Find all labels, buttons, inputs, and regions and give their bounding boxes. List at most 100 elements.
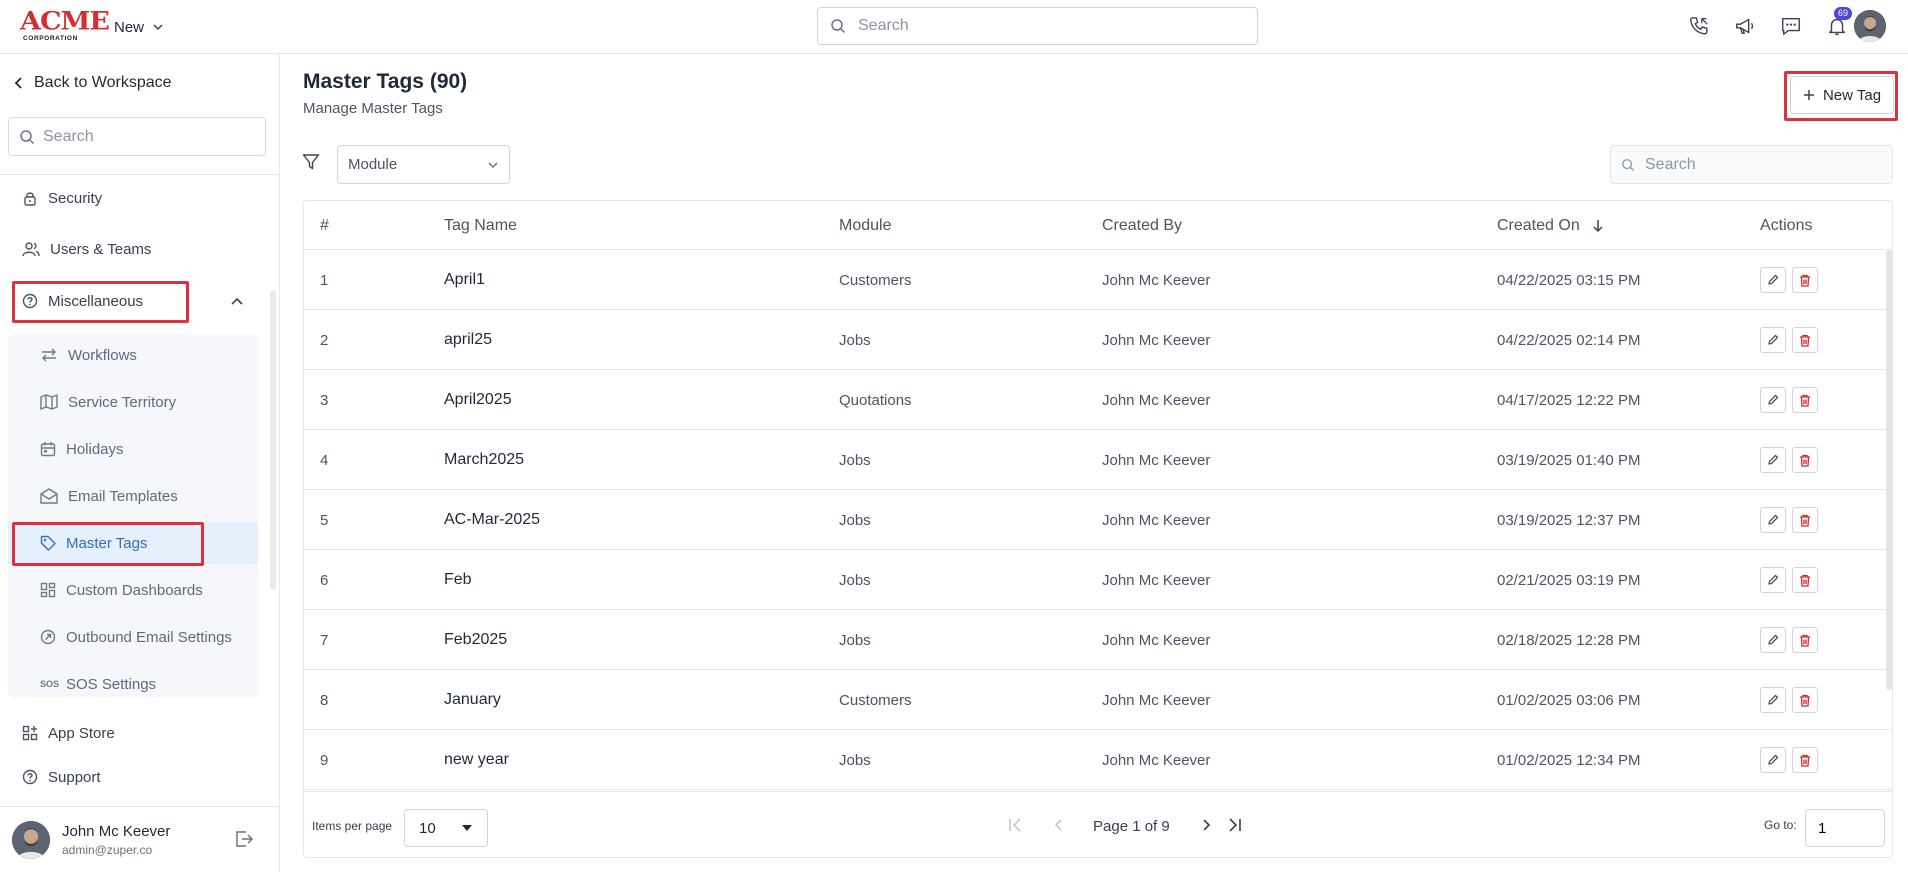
submenu-item-sos-settings[interactable]: SOS SOS Settings xyxy=(8,663,258,698)
next-page-icon[interactable] xyxy=(1197,816,1215,839)
cell-created-by: John Mc Keever xyxy=(1102,691,1211,709)
edit-button[interactable] xyxy=(1760,747,1786,773)
edit-button[interactable] xyxy=(1760,627,1786,653)
filter-icon[interactable] xyxy=(302,153,320,176)
submenu-item-label: Outbound Email Settings xyxy=(66,628,232,646)
table-row[interactable]: 3 April2025 Quotations John Mc Keever 04/17/… xyxy=(304,370,1892,430)
submenu-item-custom-dashboards[interactable]: Custom Dashboards xyxy=(8,569,258,611)
column-header-created-by[interactable]: Created By xyxy=(1102,217,1182,235)
edit-button[interactable] xyxy=(1760,447,1786,473)
column-header-tag-name[interactable]: Tag Name xyxy=(444,217,517,235)
table-row[interactable]: 9 new year Jobs John Mc Keever 01/02/2025 12… xyxy=(304,730,1892,790)
table-search[interactable] xyxy=(1610,145,1893,184)
pencil-icon xyxy=(1768,694,1779,705)
submenu-item-email-templates[interactable]: Email Templates xyxy=(8,475,258,517)
new-tag-button[interactable]: New Tag xyxy=(1790,76,1894,114)
user-avatar[interactable] xyxy=(1854,10,1886,42)
submenu-item-service-territory[interactable]: Service Territory xyxy=(8,381,258,423)
pencil-icon xyxy=(1768,334,1779,345)
megaphone-icon[interactable] xyxy=(1722,11,1768,41)
last-page-icon[interactable] xyxy=(1225,816,1243,839)
chevron-up-icon[interactable] xyxy=(230,296,244,306)
sidebar-search-input[interactable] xyxy=(43,127,243,146)
submenu-item-outbound-email-settings[interactable]: Outbound Email Settings xyxy=(8,616,258,658)
delete-button[interactable] xyxy=(1792,387,1818,413)
pagination: Items per page 10 Page 1 of 9 Go to: xyxy=(304,791,1892,857)
sidebar-scrollbar[interactable] xyxy=(270,290,276,590)
trash-icon xyxy=(1800,574,1810,587)
table-scrollbar[interactable] xyxy=(1886,250,1892,690)
table-row[interactable]: 4 March2025 Jobs John Mc Keever 03/19/2025 0… xyxy=(304,430,1892,490)
cell-tag-name: March2025 xyxy=(444,451,525,468)
delete-button[interactable] xyxy=(1792,627,1818,653)
edit-button[interactable] xyxy=(1760,387,1786,413)
delete-button[interactable] xyxy=(1792,567,1818,593)
back-to-workspace-link[interactable]: Back to Workspace xyxy=(14,74,172,92)
delete-button[interactable] xyxy=(1792,507,1818,533)
cell-created-on: 04/22/2025 03:15 PM xyxy=(1497,271,1641,289)
edit-button[interactable] xyxy=(1760,567,1786,593)
goto-page-input[interactable] xyxy=(1805,809,1885,847)
first-page-icon[interactable] xyxy=(1007,816,1025,839)
table-row[interactable]: 1 April1 Customers John Mc Keever 04/22/2025… xyxy=(304,250,1892,310)
delete-button[interactable] xyxy=(1792,267,1818,293)
cell-tag-name: April1 xyxy=(444,271,485,288)
sidebar-item-app-store[interactable]: App Store xyxy=(22,721,115,745)
trash-icon xyxy=(1800,454,1810,467)
cell-module: Customers xyxy=(839,691,912,709)
edit-button[interactable] xyxy=(1760,507,1786,533)
cell-module: Quotations xyxy=(839,391,912,409)
edit-button[interactable] xyxy=(1760,687,1786,713)
submenu-item-master-tags[interactable]: Master Tags xyxy=(8,522,258,564)
edit-button[interactable] xyxy=(1760,267,1786,293)
miscellaneous-submenu: Workflows Service Territory Holidays Ema… xyxy=(8,334,258,698)
logout-icon[interactable] xyxy=(234,829,254,854)
sidebar-item-users-teams[interactable]: Users & Teams xyxy=(22,237,151,261)
logo-subtext: CORPORATION xyxy=(23,35,78,42)
sos-icon: SOS xyxy=(40,679,60,689)
module-filter-select[interactable]: Module xyxy=(337,145,510,184)
sort-down-icon[interactable] xyxy=(1592,219,1604,233)
cell-number: 4 xyxy=(320,451,329,469)
user-email: admin@zuper.co xyxy=(62,843,153,857)
table-row[interactable]: 5 AC-Mar-2025 Jobs John Mc Keever 03/19/2025… xyxy=(304,490,1892,550)
table-row[interactable]: 8 January Customers John Mc Keever 01/02/202… xyxy=(304,670,1892,730)
global-search-input[interactable] xyxy=(858,17,1238,35)
phone-icon[interactable] xyxy=(1676,11,1722,41)
cell-created-by: John Mc Keever xyxy=(1102,511,1211,529)
edit-button[interactable] xyxy=(1760,327,1786,353)
acme-logo[interactable]: ACME CORPORATION xyxy=(20,8,110,42)
items-per-page-label: Items per page xyxy=(312,819,393,833)
table-search-input[interactable] xyxy=(1645,155,1875,174)
table-row[interactable]: 2 april25 Jobs John Mc Keever 04/22/2025 02:… xyxy=(304,310,1892,370)
chevron-down-icon xyxy=(153,24,163,31)
sidebar-item-security[interactable]: Security xyxy=(22,186,102,210)
chat-icon[interactable] xyxy=(1768,11,1814,41)
sidebar-item-label: Miscellaneous xyxy=(48,292,144,310)
cell-number: 2 xyxy=(320,331,329,349)
sidebar-search[interactable] xyxy=(8,117,266,156)
avatar[interactable] xyxy=(12,821,50,859)
sidebar-item-support[interactable]: Support xyxy=(22,765,101,789)
delete-button[interactable] xyxy=(1792,327,1818,353)
pencil-icon xyxy=(1768,754,1779,765)
column-header-module[interactable]: Module xyxy=(839,217,891,235)
notification-badge: 69 xyxy=(1833,7,1852,20)
cell-created-on: 03/19/2025 01:40 PM xyxy=(1497,451,1641,469)
prev-page-icon[interactable] xyxy=(1050,816,1068,839)
delete-button[interactable] xyxy=(1792,747,1818,773)
column-header-created-on[interactable]: Created On xyxy=(1497,217,1604,235)
global-search[interactable] xyxy=(817,7,1258,45)
cell-module: Jobs xyxy=(839,751,871,769)
delete-button[interactable] xyxy=(1792,687,1818,713)
items-per-page-select[interactable]: 10 xyxy=(404,809,488,847)
delete-button[interactable] xyxy=(1792,447,1818,473)
table-row[interactable]: 7 Feb2025 Jobs John Mc Keever 02/18/2025 12:… xyxy=(304,610,1892,670)
submenu-item-holidays[interactable]: Holidays xyxy=(8,428,258,470)
new-menu-button[interactable]: New xyxy=(114,16,164,38)
table-row[interactable]: 6 Feb Jobs John Mc Keever 02/21/2025 03:19 P… xyxy=(304,550,1892,610)
submenu-item-workflows[interactable]: Workflows xyxy=(8,334,258,376)
submenu-item-label: Master Tags xyxy=(66,534,148,552)
sidebar-item-miscellaneous[interactable]: Miscellaneous xyxy=(22,289,250,313)
back-label: Back to Workspace xyxy=(34,74,172,91)
